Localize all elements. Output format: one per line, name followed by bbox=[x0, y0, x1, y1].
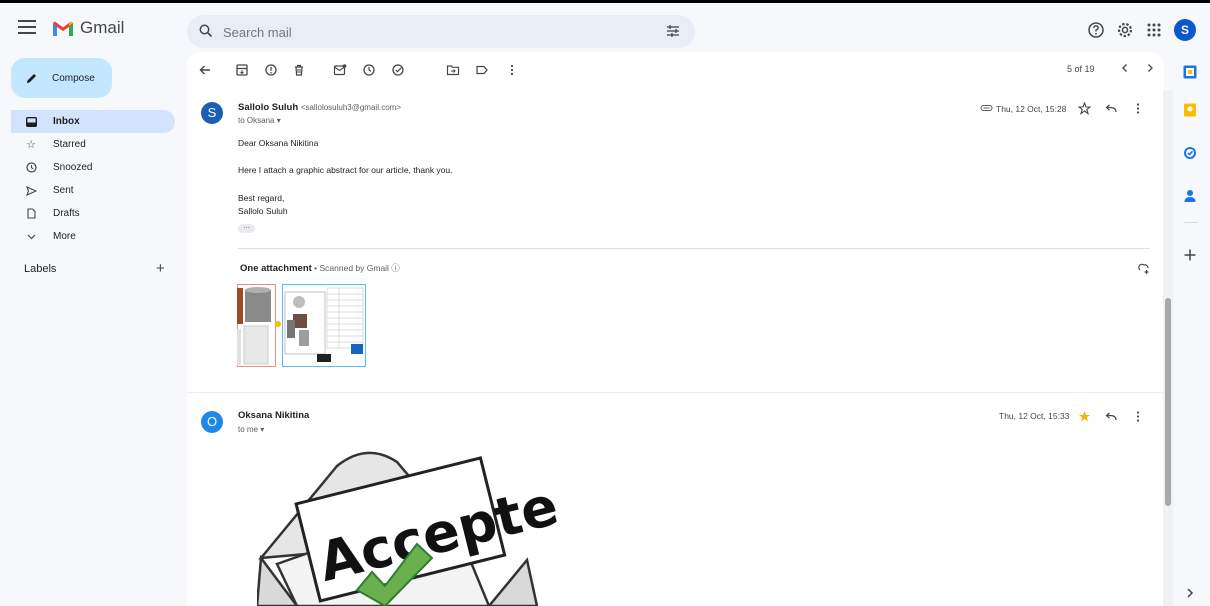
settings-icon[interactable] bbox=[1116, 21, 1134, 39]
apps-grid-icon[interactable] bbox=[1145, 21, 1163, 39]
body-greeting: Dear Oksana Nikitina bbox=[238, 138, 319, 148]
delete-icon[interactable] bbox=[292, 63, 306, 77]
body-text: Here I attach a graphic abstract for our… bbox=[238, 165, 453, 175]
chevron-down-icon: ▾ bbox=[260, 425, 265, 434]
sidebar-item-label: Inbox bbox=[53, 116, 80, 127]
show-trimmed-content-button[interactable]: … bbox=[238, 223, 255, 233]
sender-name[interactable]: Oksana Nikitina bbox=[238, 410, 309, 421]
sidebar-nav: Inbox ☆ Starred Snoozed Sent Drafts More bbox=[11, 110, 175, 248]
get-addons-plus-icon[interactable] bbox=[1182, 247, 1198, 263]
accepted-envelope-image: Accepted ! bbox=[257, 451, 557, 606]
pager-count: 5 of 19 bbox=[1067, 64, 1095, 74]
account-avatar[interactable]: S bbox=[1174, 19, 1196, 41]
search-options-icon[interactable] bbox=[665, 23, 681, 39]
reply-icon[interactable] bbox=[1104, 103, 1118, 115]
gmail-m-icon bbox=[53, 21, 73, 36]
show-side-panel-chevron-icon[interactable] bbox=[1182, 585, 1198, 601]
inbox-icon bbox=[25, 116, 37, 128]
sidebar-item-starred[interactable]: ☆ Starred bbox=[11, 133, 175, 156]
recipient-details[interactable]: to Oksana ▾ bbox=[238, 116, 281, 125]
draft-icon bbox=[25, 208, 37, 220]
add-to-drive-icon[interactable] bbox=[1137, 261, 1151, 275]
recipient-details[interactable]: to me ▾ bbox=[238, 425, 264, 434]
message-date: Thu, 12 Oct, 15:33 bbox=[999, 411, 1070, 421]
pencil-icon bbox=[27, 73, 36, 83]
send-icon bbox=[25, 185, 37, 197]
more-vert-icon[interactable] bbox=[1134, 102, 1142, 115]
attachment-thumbnail[interactable] bbox=[237, 284, 366, 367]
help-icon[interactable] bbox=[1087, 21, 1105, 39]
more-vert-icon[interactable] bbox=[505, 63, 519, 77]
sender-avatar[interactable]: O bbox=[201, 411, 223, 433]
sender-line: Sallolo Suluh <sallolosuluh3@gmail.com> bbox=[238, 102, 401, 113]
archive-icon[interactable] bbox=[235, 63, 249, 77]
labels-heading: Labels bbox=[24, 263, 57, 275]
search-input[interactable] bbox=[223, 21, 623, 43]
compose-label: Compose bbox=[52, 72, 95, 84]
sender-email: <sallolosuluh3@gmail.com> bbox=[300, 103, 401, 112]
attachment-divider bbox=[238, 248, 1150, 249]
sidebar-item-sent[interactable]: Sent bbox=[11, 179, 175, 202]
keep-icon[interactable] bbox=[1182, 102, 1198, 118]
sidebar-item-label: Snoozed bbox=[53, 162, 93, 173]
message-toolbar: 5 of 19 bbox=[187, 52, 1164, 88]
sender-name[interactable]: Sallolo Suluh bbox=[238, 102, 298, 113]
calendar-icon[interactable] bbox=[1182, 64, 1198, 80]
attachment-title: One attachment bbox=[240, 263, 312, 274]
snooze-icon[interactable] bbox=[362, 63, 376, 77]
search-icon[interactable] bbox=[199, 24, 213, 38]
app-name: Gmail bbox=[80, 18, 125, 37]
sender-avatar[interactable]: S bbox=[201, 102, 223, 124]
body-signature: Sallolo Suluh bbox=[238, 206, 288, 216]
sidebar-item-inbox[interactable]: Inbox bbox=[11, 110, 175, 133]
contacts-icon[interactable] bbox=[1182, 188, 1198, 204]
label-icon[interactable] bbox=[475, 63, 489, 77]
scrollbar-thumb[interactable] bbox=[1165, 298, 1171, 506]
search-bar[interactable] bbox=[187, 15, 695, 48]
gmail-logo[interactable]: Gmail bbox=[52, 18, 124, 38]
sidebar-item-drafts[interactable]: Drafts bbox=[11, 202, 175, 225]
recipient-label: to me bbox=[238, 425, 259, 434]
sidebar-item-label: Starred bbox=[53, 139, 86, 150]
body-closing: Best regard, bbox=[238, 193, 285, 203]
message-date: Thu, 12 Oct, 15:28 bbox=[996, 104, 1067, 114]
report-spam-icon[interactable] bbox=[264, 63, 278, 77]
attachment-scan-note: • Scanned by Gmail ⓘ bbox=[311, 263, 400, 273]
star-icon[interactable] bbox=[1078, 102, 1091, 115]
back-arrow-icon[interactable] bbox=[198, 63, 212, 77]
chevron-down-icon: ▾ bbox=[276, 116, 281, 125]
sidebar-item-label: Drafts bbox=[53, 208, 80, 219]
top-border bbox=[0, 0, 1210, 3]
compose-button[interactable]: Compose bbox=[11, 58, 112, 98]
side-panel-divider bbox=[1184, 222, 1198, 223]
sidebar-item-label: Sent bbox=[53, 185, 74, 196]
sidebar-item-snoozed[interactable]: Snoozed bbox=[11, 156, 175, 179]
reply-icon[interactable] bbox=[1104, 411, 1118, 423]
older-chevron-icon[interactable] bbox=[1143, 61, 1157, 75]
add-to-tasks-icon[interactable] bbox=[391, 63, 405, 77]
add-label-icon[interactable]: + bbox=[156, 260, 165, 277]
clock-icon bbox=[25, 162, 37, 174]
attachment-header: One attachment • Scanned by Gmail ⓘ bbox=[240, 262, 400, 274]
star-filled-icon[interactable] bbox=[1078, 410, 1091, 423]
tasks-icon[interactable] bbox=[1182, 145, 1198, 161]
star-icon: ☆ bbox=[26, 139, 36, 151]
message-separator bbox=[187, 392, 1164, 393]
chevron-down-icon bbox=[25, 231, 37, 243]
sidebar-item-label: More bbox=[53, 231, 76, 242]
message-view: 5 of 19 S Sallolo Suluh <sallolosuluh3@g… bbox=[187, 52, 1164, 606]
sidebar-item-more[interactable]: More bbox=[11, 225, 175, 248]
main-menu-icon[interactable] bbox=[18, 20, 36, 34]
mark-unread-icon[interactable] bbox=[333, 63, 347, 77]
attachment-icon bbox=[980, 104, 993, 112]
newer-chevron-icon[interactable] bbox=[1118, 61, 1132, 75]
more-vert-icon[interactable] bbox=[1134, 410, 1142, 423]
move-to-icon[interactable] bbox=[446, 63, 460, 77]
recipient-label: to Oksana bbox=[238, 116, 275, 125]
